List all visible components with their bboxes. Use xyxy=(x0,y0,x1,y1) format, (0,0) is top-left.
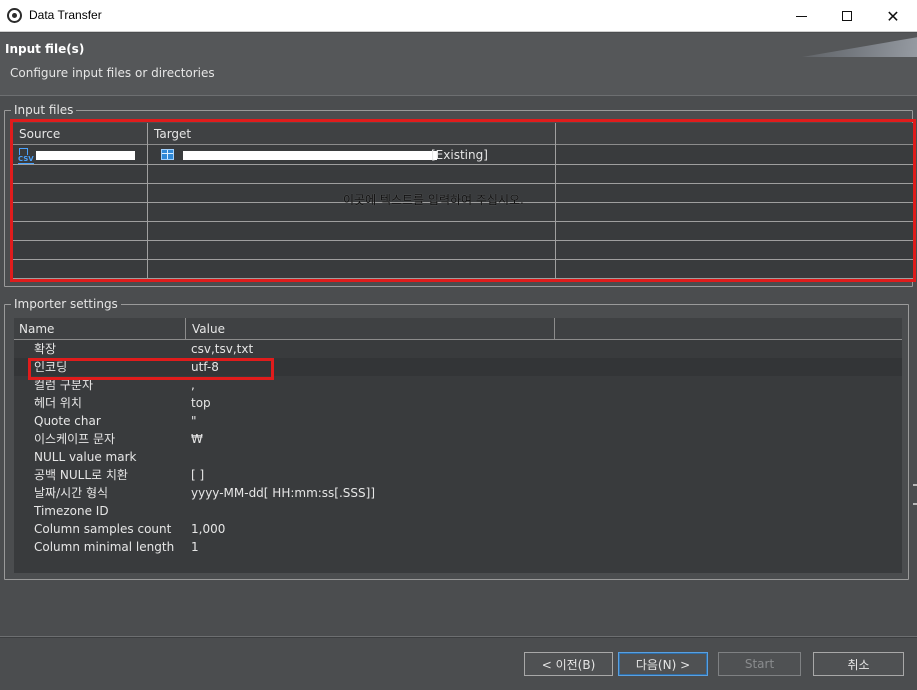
setting-name: 날짜/시간 형식 xyxy=(34,486,109,500)
table-row[interactable] xyxy=(13,165,913,184)
setting-name: NULL value mark xyxy=(34,450,137,464)
settings-row-null-value-mark[interactable]: NULL value mark xyxy=(14,448,902,466)
setting-name: 컬럼 구분자 xyxy=(34,378,94,392)
target-existing-label: [Existing] xyxy=(431,148,488,162)
settings-row-encoding[interactable]: 인코딩 utf-8 xyxy=(14,358,902,376)
column-header-extra[interactable] xyxy=(555,318,902,340)
importer-settings-table[interactable]: Name Value 확장 csv,tsv,txt 인코딩 utf-8 컬럼 구… xyxy=(14,318,902,573)
maximize-icon xyxy=(842,11,852,21)
scroll-indicator xyxy=(913,503,917,505)
setting-name: Quote char xyxy=(34,414,101,428)
setting-checkbox[interactable]: [ ] xyxy=(191,466,204,484)
setting-name: 인코딩 xyxy=(34,360,68,374)
wizard-header: Input file(s) Configure input files or d… xyxy=(0,33,917,95)
setting-value[interactable]: csv,tsv,txt xyxy=(191,340,253,358)
setting-name: 헤더 위치 xyxy=(34,396,82,410)
input-files-group-label: Input files xyxy=(11,103,77,117)
input-files-header: Source Target xyxy=(13,123,913,145)
setting-name: 이스케이프 문자 xyxy=(34,432,116,446)
settings-row-quote-char[interactable]: Quote char " xyxy=(14,412,902,430)
setting-value[interactable]: ₩ xyxy=(191,430,203,448)
settings-row-extension[interactable]: 확장 csv,tsv,txt xyxy=(14,340,902,358)
table-row[interactable]: CSV [Existing] xyxy=(13,146,913,165)
redacted-target-name xyxy=(183,151,437,160)
table-row[interactable] xyxy=(13,260,913,279)
table-row[interactable] xyxy=(13,222,913,241)
setting-name: 공백 NULL로 치환 xyxy=(34,468,128,482)
importer-settings-group-label: Importer settings xyxy=(11,297,121,311)
setting-name: 확장 xyxy=(34,342,57,356)
column-header-value[interactable]: Value xyxy=(186,318,555,340)
scroll-indicator xyxy=(913,484,917,486)
column-header-target[interactable]: Target xyxy=(148,123,556,145)
header-divider xyxy=(0,95,917,96)
settings-row-column-samples-count[interactable]: Column samples count 1,000 xyxy=(14,520,902,538)
column-header-name[interactable]: Name xyxy=(14,318,186,340)
column-divider xyxy=(147,123,148,279)
settings-row-timezone-id[interactable]: Timezone ID xyxy=(14,502,902,520)
setting-value[interactable]: yyyy-MM-dd[ HH:mm:ss[.SSS]] xyxy=(191,484,375,502)
setting-value[interactable]: , xyxy=(191,376,195,394)
maximize-button[interactable] xyxy=(824,0,870,32)
settings-row-datetime-format[interactable]: 날짜/시간 형식 yyyy-MM-dd[ HH:mm:ss[.SSS]] xyxy=(14,484,902,502)
target-cell[interactable]: [Existing] xyxy=(161,146,561,165)
table-row[interactable] xyxy=(13,241,913,260)
close-icon: ✕ xyxy=(886,6,900,26)
setting-value[interactable]: utf-8 xyxy=(191,358,219,376)
setting-value[interactable]: top xyxy=(191,394,211,412)
minimize-button[interactable] xyxy=(778,0,824,32)
column-header-extra[interactable] xyxy=(556,123,913,145)
setting-value[interactable]: " xyxy=(191,412,197,430)
next-button[interactable]: 다음(N) > xyxy=(618,652,708,676)
settings-row-column-delimiter[interactable]: 컬럼 구분자 , xyxy=(14,376,902,394)
setting-value[interactable]: 1,000 xyxy=(191,520,225,538)
importer-settings-header: Name Value xyxy=(14,318,902,340)
settings-row-column-minimal-length[interactable]: Column minimal length 1 xyxy=(14,538,902,556)
drop-hint-text: 이곳에 텍스트를 입력하여 주십시오. xyxy=(343,193,524,207)
title-bar: Data Transfer ✕ xyxy=(0,0,917,32)
setting-name: Timezone ID xyxy=(34,504,109,518)
settings-row-header-position[interactable]: 헤더 위치 top xyxy=(14,394,902,412)
settings-row-escape-char[interactable]: 이스케이프 문자 ₩ xyxy=(14,430,902,448)
minimize-icon xyxy=(795,15,807,17)
cancel-button[interactable]: 취소 xyxy=(813,652,904,676)
start-button[interactable]: Start xyxy=(718,652,801,676)
csv-file-icon: CSV xyxy=(18,148,34,164)
column-header-source[interactable]: Source xyxy=(13,123,148,145)
redacted-source-path xyxy=(36,151,135,160)
back-button[interactable]: < 이전(B) xyxy=(524,652,613,676)
page-subtitle: Configure input files or directories xyxy=(10,66,215,80)
column-divider xyxy=(555,123,556,279)
setting-name: Column minimal length xyxy=(34,540,175,554)
setting-value[interactable]: 1 xyxy=(191,538,199,556)
page-title: Input file(s) xyxy=(5,42,85,56)
footer-divider-shadow xyxy=(0,637,917,638)
setting-name: Column samples count xyxy=(34,522,172,536)
close-button[interactable]: ✕ xyxy=(870,0,916,32)
app-icon xyxy=(7,8,22,23)
window-title: Data Transfer xyxy=(29,8,102,22)
settings-row-empty-as-null[interactable]: 공백 NULL로 치환 [ ] xyxy=(14,466,902,484)
table-icon xyxy=(161,149,174,160)
